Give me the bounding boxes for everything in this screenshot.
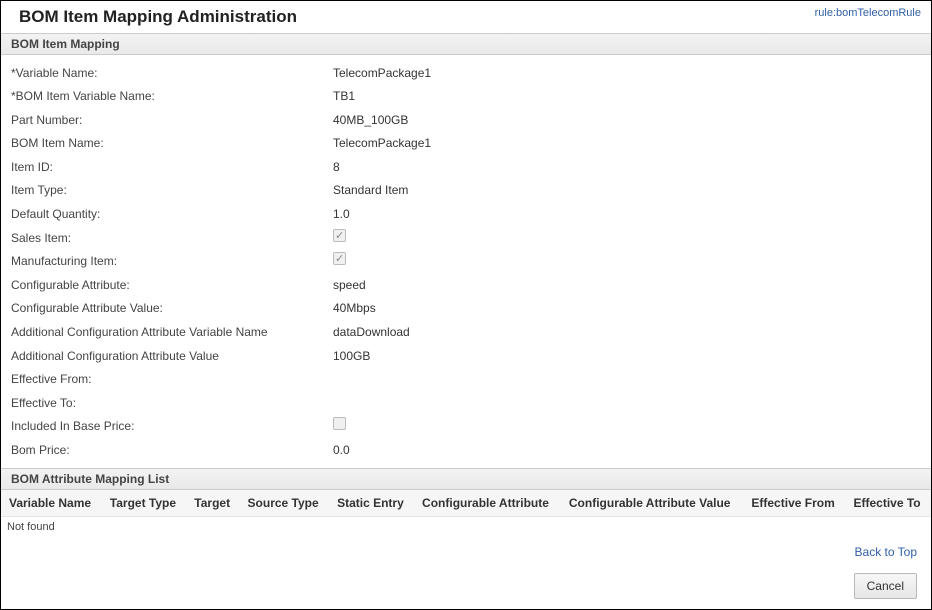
label-item-id: Item ID: (11, 158, 333, 177)
label-addl-config-attr-var-name: Additional Configuration Attribute Varia… (11, 323, 333, 342)
value-bom-price: 0.0 (333, 441, 350, 460)
value-bom-item-variable-name: TB1 (333, 87, 355, 106)
cancel-button[interactable]: Cancel (854, 573, 917, 599)
value-item-id: 8 (333, 158, 340, 177)
section-bom-item-mapping-header: BOM Item Mapping (1, 33, 931, 55)
value-variable-name: TelecomPackage1 (333, 64, 431, 83)
attr-mapping-table-wrap: Variable Name Target Type Target Source … (1, 490, 931, 537)
label-manufacturing-item: Manufacturing Item: (11, 252, 333, 271)
label-part-number: Part Number: (11, 111, 333, 130)
value-configurable-attribute-value: 40Mbps (333, 299, 376, 318)
checkbox-included-in-base-price[interactable] (333, 417, 346, 430)
field-bom-item-variable-name: *BOM Item Variable Name: TB1 (11, 85, 927, 109)
col-variable-name[interactable]: Variable Name (1, 490, 102, 517)
col-configurable-attribute-value[interactable]: Configurable Attribute Value (561, 490, 744, 517)
field-effective-from: Effective From: (11, 368, 927, 392)
back-to-top-link[interactable]: Back to Top (855, 545, 917, 559)
col-target[interactable]: Target (186, 490, 239, 517)
value-default-quantity: 1.0 (333, 205, 350, 224)
section-bom-attr-mapping-header: BOM Attribute Mapping List (1, 468, 931, 490)
value-manufacturing-item (333, 252, 346, 271)
value-configurable-attribute: speed (333, 276, 366, 295)
checkbox-sales-item[interactable] (333, 229, 346, 242)
label-effective-from: Effective From: (11, 370, 333, 389)
field-configurable-attribute: Configurable Attribute: speed (11, 273, 927, 297)
page-header: BOM Item Mapping Administration rule:bom… (1, 1, 931, 33)
field-part-number: Part Number: 40MB_100GB (11, 108, 927, 132)
field-bom-price: Bom Price: 0.0 (11, 439, 927, 463)
field-configurable-attribute-value: Configurable Attribute Value: 40Mbps (11, 297, 927, 321)
label-configurable-attribute-value: Configurable Attribute Value: (11, 299, 333, 318)
field-effective-to: Effective To: (11, 391, 927, 415)
label-configurable-attribute: Configurable Attribute: (11, 276, 333, 295)
field-addl-config-attr-value: Additional Configuration Attribute Value… (11, 344, 927, 368)
col-source-type[interactable]: Source Type (240, 490, 330, 517)
col-static-entry[interactable]: Static Entry (329, 490, 414, 517)
col-effective-to[interactable]: Effective To (846, 490, 932, 517)
attr-mapping-table: Variable Name Target Type Target Source … (1, 490, 931, 517)
value-sales-item (333, 229, 346, 248)
rule-link[interactable]: rule:bomTelecomRule (815, 7, 921, 19)
col-effective-from[interactable]: Effective From (743, 490, 845, 517)
label-variable-name: *Variable Name: (11, 64, 333, 83)
value-addl-config-attr-value: 100GB (333, 347, 370, 366)
admin-page: BOM Item Mapping Administration rule:bom… (0, 0, 932, 610)
field-sales-item: Sales Item: (11, 226, 927, 250)
value-bom-item-name: TelecomPackage1 (333, 134, 431, 153)
label-bom-price: Bom Price: (11, 441, 333, 460)
value-addl-config-attr-var-name: dataDownload (333, 323, 410, 342)
table-header-row: Variable Name Target Type Target Source … (1, 490, 931, 517)
label-bom-item-name: BOM Item Name: (11, 134, 333, 153)
footer: Back to Top Cancel (1, 537, 931, 609)
field-included-in-base-price: Included In Base Price: (11, 415, 927, 439)
field-item-type: Item Type: Standard Item (11, 179, 927, 203)
checkbox-manufacturing-item[interactable] (333, 252, 346, 265)
value-item-type: Standard Item (333, 181, 408, 200)
bom-item-mapping-form: *Variable Name: TelecomPackage1 *BOM Ite… (1, 55, 931, 468)
value-included-in-base-price (333, 417, 346, 436)
field-bom-item-name: BOM Item Name: TelecomPackage1 (11, 132, 927, 156)
label-sales-item: Sales Item: (11, 229, 333, 248)
page-title: BOM Item Mapping Administration (19, 7, 297, 27)
col-target-type[interactable]: Target Type (102, 490, 187, 517)
table-empty-text: Not found (1, 517, 931, 537)
label-default-quantity: Default Quantity: (11, 205, 333, 224)
label-addl-config-attr-value: Additional Configuration Attribute Value (11, 347, 333, 366)
field-default-quantity: Default Quantity: 1.0 (11, 203, 927, 227)
label-effective-to: Effective To: (11, 394, 333, 413)
value-part-number: 40MB_100GB (333, 111, 408, 130)
field-variable-name: *Variable Name: TelecomPackage1 (11, 61, 927, 85)
col-configurable-attribute[interactable]: Configurable Attribute (414, 490, 561, 517)
label-included-in-base-price: Included In Base Price: (11, 417, 333, 436)
label-bom-item-variable-name: *BOM Item Variable Name: (11, 87, 333, 106)
label-item-type: Item Type: (11, 181, 333, 200)
field-item-id: Item ID: 8 (11, 155, 927, 179)
field-addl-config-attr-var-name: Additional Configuration Attribute Varia… (11, 321, 927, 345)
field-manufacturing-item: Manufacturing Item: (11, 250, 927, 274)
